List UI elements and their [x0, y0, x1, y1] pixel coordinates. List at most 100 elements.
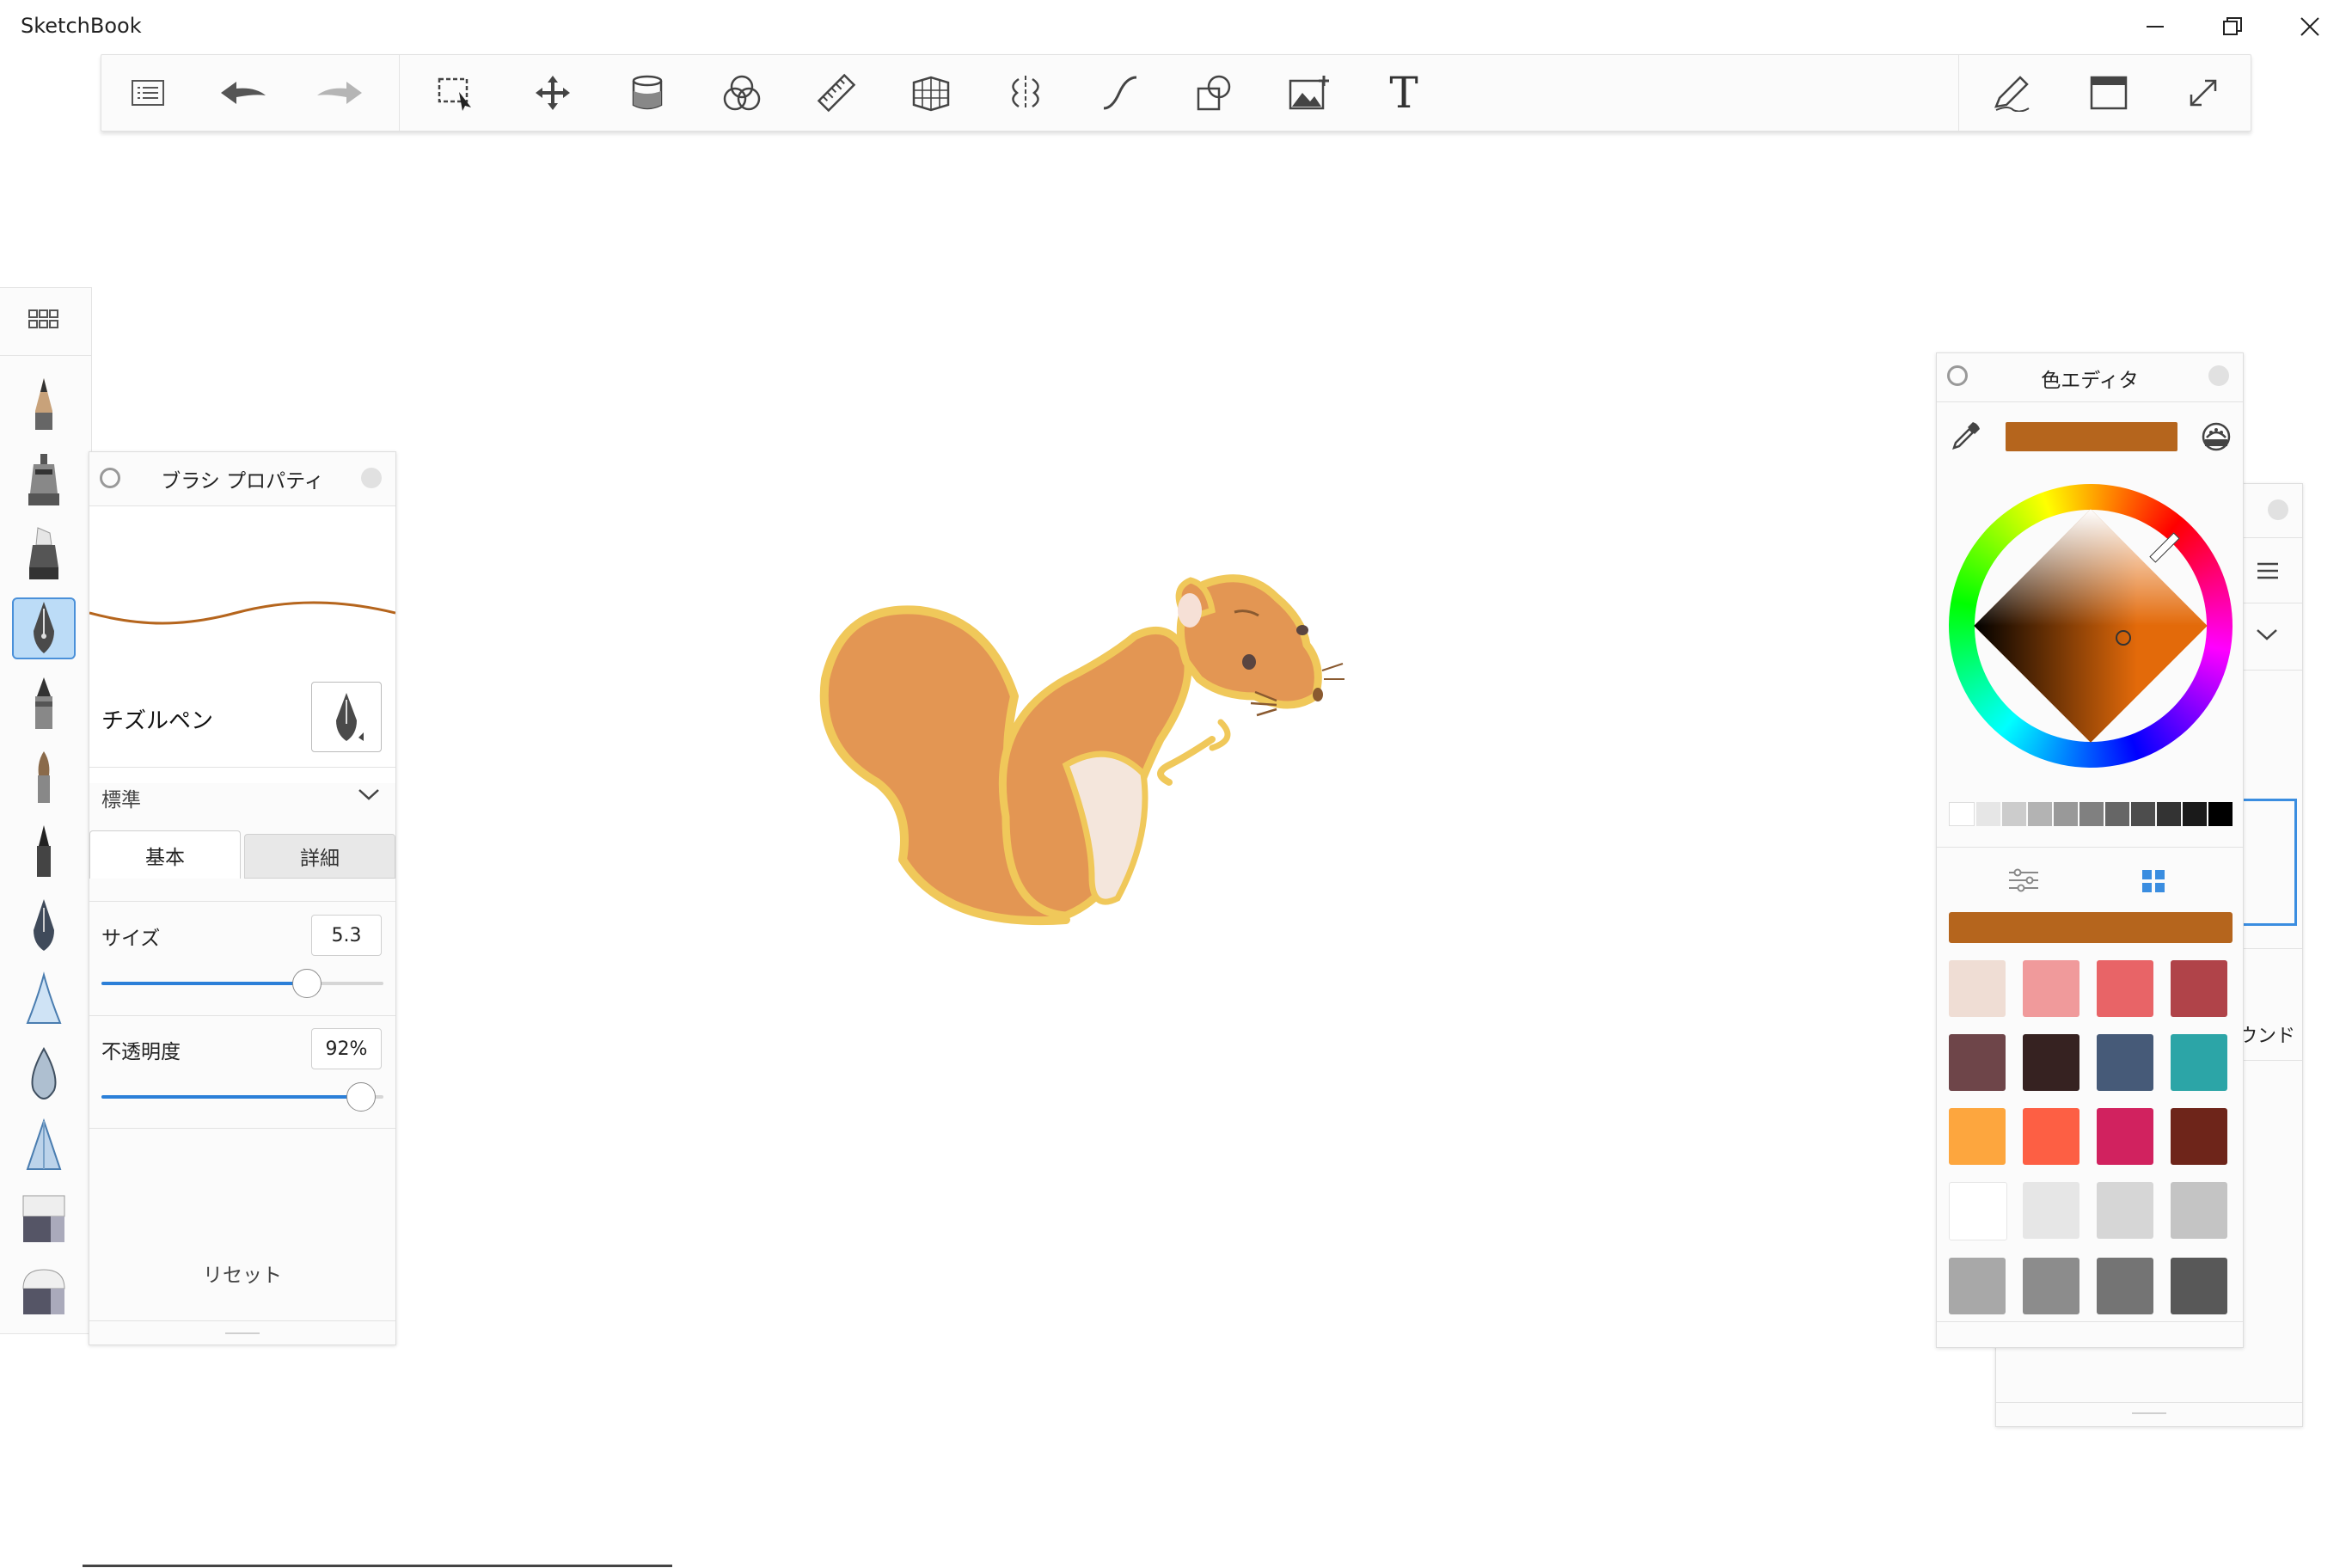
layer-panel-close-button[interactable] [2268, 499, 2288, 520]
color-swatch[interactable] [2171, 1108, 2227, 1165]
ruler-button[interactable] [798, 55, 875, 131]
redo-button[interactable] [301, 55, 378, 131]
opacity-field[interactable]: 92% [311, 1028, 382, 1069]
window-button[interactable] [2070, 55, 2147, 131]
color-swatch[interactable] [1949, 1108, 2006, 1165]
brush-water-drop[interactable] [12, 1043, 76, 1105]
eyedropper-icon[interactable] [1951, 420, 1981, 451]
brush-ink-pen[interactable] [12, 895, 76, 957]
grayscale-swatch[interactable] [1976, 802, 2000, 826]
undo-button[interactable] [205, 55, 282, 131]
selection-button[interactable] [418, 55, 495, 131]
brush-marker[interactable] [12, 524, 76, 585]
hamburger-menu-icon[interactable] [2256, 561, 2280, 580]
preset-dropdown[interactable]: 標準 [89, 768, 395, 823]
active-color-bar[interactable] [1949, 912, 2233, 943]
close-icon [2300, 17, 2319, 36]
grayscale-swatch[interactable] [2157, 802, 2181, 826]
color-swatch[interactable] [2171, 1034, 2227, 1091]
fill-button[interactable] [609, 55, 686, 131]
image-insert-button[interactable] [1271, 55, 1348, 131]
symmetry-button[interactable] [987, 55, 1064, 131]
grayscale-swatch[interactable] [2183, 802, 2207, 826]
color-swatch[interactable] [2023, 1182, 2079, 1239]
divider [89, 1128, 395, 1129]
perspective-button[interactable] [892, 55, 970, 131]
color-swatch[interactable] [2023, 1034, 2079, 1091]
brush-icon-button[interactable] [311, 682, 382, 752]
brush-cone[interactable] [12, 1115, 76, 1177]
brush-pencil[interactable] [12, 374, 76, 436]
chevron-down-icon [358, 789, 379, 800]
list-menu-button[interactable] [109, 55, 187, 131]
sliders-icon[interactable] [2007, 867, 2040, 893]
color-swatch[interactable] [1949, 1258, 2006, 1314]
transform-button[interactable] [514, 55, 591, 131]
color-swatch[interactable] [2023, 1108, 2079, 1165]
color-swatch[interactable] [2171, 1182, 2227, 1239]
color-swatch[interactable] [1949, 1182, 2007, 1240]
size-field[interactable]: 5.3 [311, 915, 382, 956]
minimize-button[interactable] [2116, 0, 2194, 53]
color-mixer-button[interactable] [703, 55, 781, 131]
shape-button[interactable] [1176, 55, 1253, 131]
color-swatch[interactable] [2023, 960, 2079, 1017]
close-button[interactable] [2271, 0, 2349, 53]
grayscale-swatch[interactable] [2208, 802, 2233, 826]
brush-eraser-soft[interactable] [12, 1261, 76, 1323]
brush-properties-panel: ブラシ プロパティ チズルペン 標準 基本 詳細 サイズ 5.3 不透明度 92… [89, 451, 396, 1345]
brush-library-button[interactable] [28, 309, 60, 334]
panel-resize-handle[interactable] [2132, 1412, 2166, 1414]
color-swatch[interactable] [2097, 960, 2153, 1017]
grayscale-swatch[interactable] [2054, 802, 2078, 826]
curve-button[interactable] [1081, 55, 1159, 131]
color-swatch[interactable] [2171, 1258, 2227, 1314]
brush-triangle[interactable] [12, 969, 76, 1031]
pencil-icon [35, 378, 52, 430]
window-icon [2090, 76, 2128, 110]
color-swatch[interactable] [2023, 1258, 2079, 1314]
brush-paint-brush[interactable] [12, 747, 76, 809]
grayscale-swatch[interactable] [2079, 802, 2104, 826]
color-swatch[interactable] [2171, 960, 2227, 1017]
brush-chisel-pen[interactable] [12, 597, 76, 659]
tab-basic[interactable]: 基本 [89, 830, 241, 879]
color-mixer-icon [723, 75, 761, 111]
pen-button[interactable] [1972, 55, 2049, 131]
grayscale-swatch[interactable] [1949, 802, 1975, 826]
brush-eraser-hard[interactable] [12, 1189, 76, 1251]
fullscreen-button[interactable] [2165, 55, 2242, 131]
canvas-drawing[interactable] [808, 550, 1358, 937]
size-slider-thumb[interactable] [292, 969, 322, 998]
color-swatch[interactable] [2097, 1108, 2153, 1165]
grayscale-swatch[interactable] [2105, 802, 2129, 826]
current-color-swatch[interactable] [2006, 422, 2177, 451]
divider [89, 901, 395, 902]
color-swatch[interactable] [2097, 1034, 2153, 1091]
grayscale-strip[interactable] [1949, 802, 2233, 826]
toolbar-separator [399, 55, 400, 131]
grayscale-swatch[interactable] [2028, 802, 2052, 826]
color-swatch[interactable] [1949, 1034, 2006, 1091]
brush-airbrush[interactable] [12, 450, 76, 511]
color-swatch[interactable] [2097, 1258, 2153, 1314]
opacity-slider-thumb[interactable] [346, 1082, 376, 1112]
grayscale-swatch[interactable] [2131, 802, 2155, 826]
grayscale-swatch[interactable] [2002, 802, 2026, 826]
swatches-grid-icon[interactable] [2140, 867, 2167, 895]
color-swatch[interactable] [1949, 960, 2006, 1017]
text-tool-button[interactable]: T [1365, 55, 1442, 131]
restore-button[interactable] [2194, 0, 2271, 53]
reset-button[interactable]: リセット [89, 1259, 395, 1288]
brush-ballpoint[interactable] [12, 673, 76, 735]
tab-detail[interactable]: 詳細 [244, 834, 395, 879]
preset-value: 標準 [101, 789, 141, 812]
brush-fine-pen[interactable] [12, 821, 76, 883]
color-puck-icon[interactable] [2200, 420, 2233, 453]
panel-resize-handle[interactable] [225, 1332, 260, 1334]
color-editor-close-button[interactable] [2208, 365, 2229, 386]
panel-close-button[interactable] [361, 468, 382, 488]
color-swatch[interactable] [2097, 1182, 2153, 1239]
chevron-down-icon[interactable] [2256, 627, 2278, 642]
color-picker-handle[interactable] [2116, 630, 2131, 646]
